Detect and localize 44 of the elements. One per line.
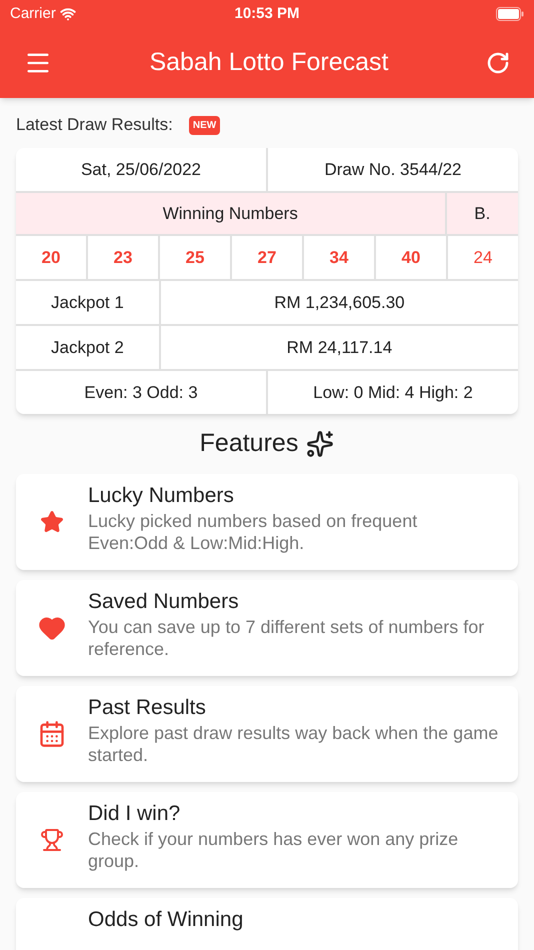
draw-date: Sat, 25/06/2022 bbox=[16, 148, 268, 191]
sparkles-icon bbox=[306, 430, 334, 458]
winning-number: 34 bbox=[304, 236, 376, 279]
jackpot-amount: RM 1,234,605.30 bbox=[273, 292, 406, 314]
feature-description: Check if your numbers has ever won any prize group. bbox=[88, 828, 460, 872]
features-heading: Features bbox=[200, 428, 298, 460]
winning-number: 20 bbox=[16, 236, 88, 279]
app-title: Sabah Lotto Forecast bbox=[149, 47, 389, 78]
winning-number: 23 bbox=[88, 236, 160, 279]
carrier-label: Carrier bbox=[10, 4, 56, 24]
trophy-icon bbox=[40, 828, 64, 852]
feature-title: Did I win? bbox=[88, 801, 182, 827]
bonus-header: B. bbox=[473, 202, 492, 225]
even-odd-count: Even: 3 Odd: 3 bbox=[16, 371, 268, 414]
jackpot-label: Jackpot 1 bbox=[16, 281, 161, 324]
low-mid-high-count: Low: 0 Mid: 4 High: 2 bbox=[312, 382, 474, 404]
feature-card[interactable]: Saved Numbers You can save up to 7 different sets of numbers for reference. bbox=[16, 580, 518, 676]
feature-description: Explore past draw results way back when the game started. bbox=[88, 722, 500, 766]
jackpot-label: Jackpot 2 bbox=[16, 326, 161, 369]
bonus-number: 24 bbox=[472, 246, 494, 269]
new-badge: NEW bbox=[188, 116, 220, 134]
feature-title: Lucky Numbers bbox=[88, 483, 235, 509]
winning-number: 40 bbox=[376, 236, 448, 279]
feature-title: Saved Numbers bbox=[88, 589, 240, 615]
latest-draw-label: Latest Draw Results: bbox=[16, 114, 173, 136]
refresh-icon bbox=[486, 51, 510, 75]
winning-number: 25 bbox=[160, 236, 232, 279]
feature-description: Lucky picked numbers based on frequent Even:Odd & Low:Mid:High. bbox=[88, 510, 418, 554]
status-time: 10:53 PM bbox=[234, 4, 300, 24]
jackpot-amount: RM 24,117.14 bbox=[286, 336, 394, 359]
draw-number: Draw No. 3544/22 bbox=[323, 158, 463, 181]
feature-title: Past Results bbox=[88, 695, 207, 721]
feature-card[interactable]: Past Results Explore past draw results way back when the game started. bbox=[16, 686, 518, 782]
calendar-icon bbox=[38, 720, 66, 748]
feature-card[interactable]: Odds of Winning bbox=[16, 898, 518, 950]
winning-number: 27 bbox=[232, 236, 304, 279]
battery-icon bbox=[496, 7, 524, 21]
feature-card[interactable]: Lucky Numbers Lucky picked numbers based on frequent Even:Odd & Low:Mid:High. bbox=[16, 474, 518, 570]
wifi-icon bbox=[60, 6, 76, 22]
feature-card[interactable]: Did I win? Check if your numbers has ever won any prize group. bbox=[16, 792, 518, 888]
feature-title: Odds of Winning bbox=[88, 907, 244, 933]
winning-numbers-header: Winning Numbers bbox=[16, 193, 447, 234]
star-icon bbox=[40, 510, 64, 534]
feature-description: You can save up to 7 different sets of numbers for reference. bbox=[88, 616, 486, 660]
